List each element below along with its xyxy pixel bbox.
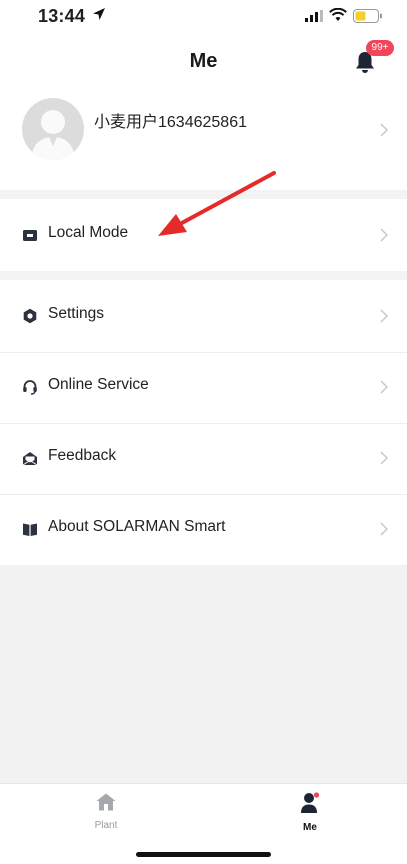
username: 小麦用户1634625861 (94, 114, 247, 131)
menu-label: About SOLARMAN Smart (48, 518, 226, 535)
default-avatar-icon (31, 110, 75, 160)
page-title: Me (189, 50, 218, 72)
location-arrow-icon (93, 8, 105, 20)
menu-label: Feedback (48, 447, 117, 464)
tab-label: Plant (94, 820, 118, 831)
chevron-right-icon (380, 522, 389, 536)
home-indicator (136, 852, 271, 857)
chevron-right-icon (380, 123, 389, 137)
menu-item-local-mode[interactable]: Local Mode (0, 199, 407, 271)
menu-item-about[interactable]: About SOLARMAN Smart (0, 495, 407, 565)
chevron-right-icon (380, 309, 389, 323)
tab-me[interactable]: Me (270, 792, 350, 833)
battery-icon (353, 9, 382, 23)
feedback-envelope-icon (22, 452, 38, 466)
section-divider (0, 190, 407, 199)
settings-hexagon-icon (23, 308, 37, 324)
tab-label: Me (303, 822, 317, 833)
menu-item-online-service[interactable]: Online Service (0, 353, 407, 423)
section-divider (0, 271, 407, 280)
person-icon (301, 792, 320, 813)
headset-icon (23, 380, 37, 395)
menu-label: Local Mode (48, 224, 129, 241)
empty-area (0, 565, 407, 783)
notification-badge: 99+ (366, 40, 394, 56)
home-icon (96, 793, 116, 811)
profile-row[interactable]: 小麦用户1634625861 (0, 86, 407, 190)
menu-label: Settings (48, 305, 105, 322)
menu-label: Online Service (48, 376, 149, 393)
local-mode-icon (23, 230, 37, 241)
menu-item-feedback[interactable]: Feedback (0, 424, 407, 494)
menu-item-settings[interactable]: Settings (0, 280, 407, 352)
chevron-right-icon (380, 228, 389, 242)
chevron-right-icon (380, 380, 389, 394)
wifi-icon (329, 8, 347, 21)
status-time: 13:44 (38, 6, 86, 26)
status-bar: 13:44 (0, 0, 407, 34)
tab-plant[interactable]: Plant (66, 792, 146, 831)
avatar (22, 98, 84, 160)
book-icon (23, 523, 37, 536)
chevron-right-icon (380, 451, 389, 465)
cellular-signal-icon (305, 10, 323, 22)
